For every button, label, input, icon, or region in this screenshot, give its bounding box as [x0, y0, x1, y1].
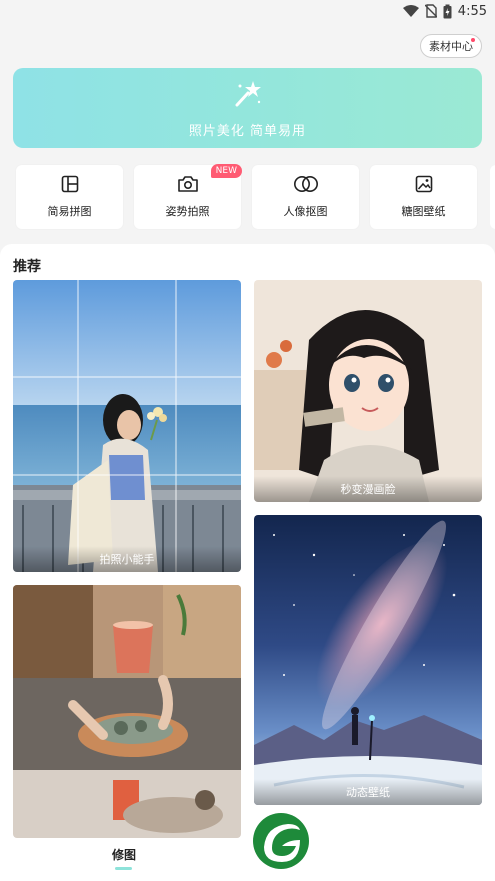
overlap-circles-icon	[293, 175, 319, 197]
card-caption: 动态壁纸	[254, 779, 482, 805]
tool-label: 糖图壁纸	[401, 205, 446, 218]
status-bar: 4:55	[0, 0, 495, 22]
card-anime-face[interactable]: 秒变漫画脸	[254, 280, 482, 502]
magic-wand-icon	[233, 78, 263, 112]
green-leaf-logo[interactable]	[252, 812, 310, 874]
image-frame-icon	[415, 175, 433, 197]
camera-icon	[177, 175, 199, 197]
bottom-nav	[0, 838, 495, 881]
no-sim-icon	[424, 4, 437, 18]
tools-row: 简易拼图 NEW 姿势拍照 人像抠图 糖图壁纸	[16, 164, 477, 229]
wifi-icon	[402, 5, 419, 17]
collage-icon	[61, 175, 79, 197]
new-badge: NEW	[210, 164, 242, 178]
material-center-label: 素材中心	[429, 40, 473, 53]
tool-label: 简易拼图	[47, 205, 92, 218]
starry-sky-wallpaper	[254, 515, 482, 805]
tool-label: 姿势拍照	[165, 205, 210, 218]
tool-label: 人像抠图	[283, 205, 328, 218]
card-caption: 秒变漫画脸	[254, 476, 482, 502]
tab-active-indicator	[115, 867, 132, 870]
card-caption: 拍照小能手	[13, 546, 241, 572]
recommend-title: 推荐	[13, 259, 41, 275]
photo-beautify-banner[interactable]: 照片美化 简单易用	[13, 68, 482, 148]
material-center-button[interactable]: 素材中心	[420, 34, 482, 58]
tool-card-partial[interactable]	[490, 165, 495, 229]
card-food-collage[interactable]	[13, 585, 241, 838]
drinks-and-food-collage	[13, 585, 241, 838]
card-live-wallpaper[interactable]: 动态壁纸	[254, 515, 482, 805]
anime-girl-portrait	[254, 280, 482, 502]
tool-portrait-cutout[interactable]: 人像抠图	[252, 165, 359, 229]
notification-dot	[471, 38, 475, 42]
card-photo-master[interactable]: 拍照小能手	[13, 280, 241, 572]
tool-collage[interactable]: 简易拼图	[16, 165, 123, 229]
tool-pose-camera[interactable]: NEW 姿势拍照	[134, 164, 242, 229]
banner-slogan: 照片美化 简单易用	[188, 123, 307, 139]
girl-at-seaside-photo	[13, 280, 241, 572]
battery-charging-icon	[443, 4, 452, 19]
tool-wallpaper[interactable]: 糖图壁纸	[370, 165, 477, 229]
status-time: 4:55	[457, 3, 487, 19]
tab-edit[interactable]: 修图	[104, 846, 144, 863]
